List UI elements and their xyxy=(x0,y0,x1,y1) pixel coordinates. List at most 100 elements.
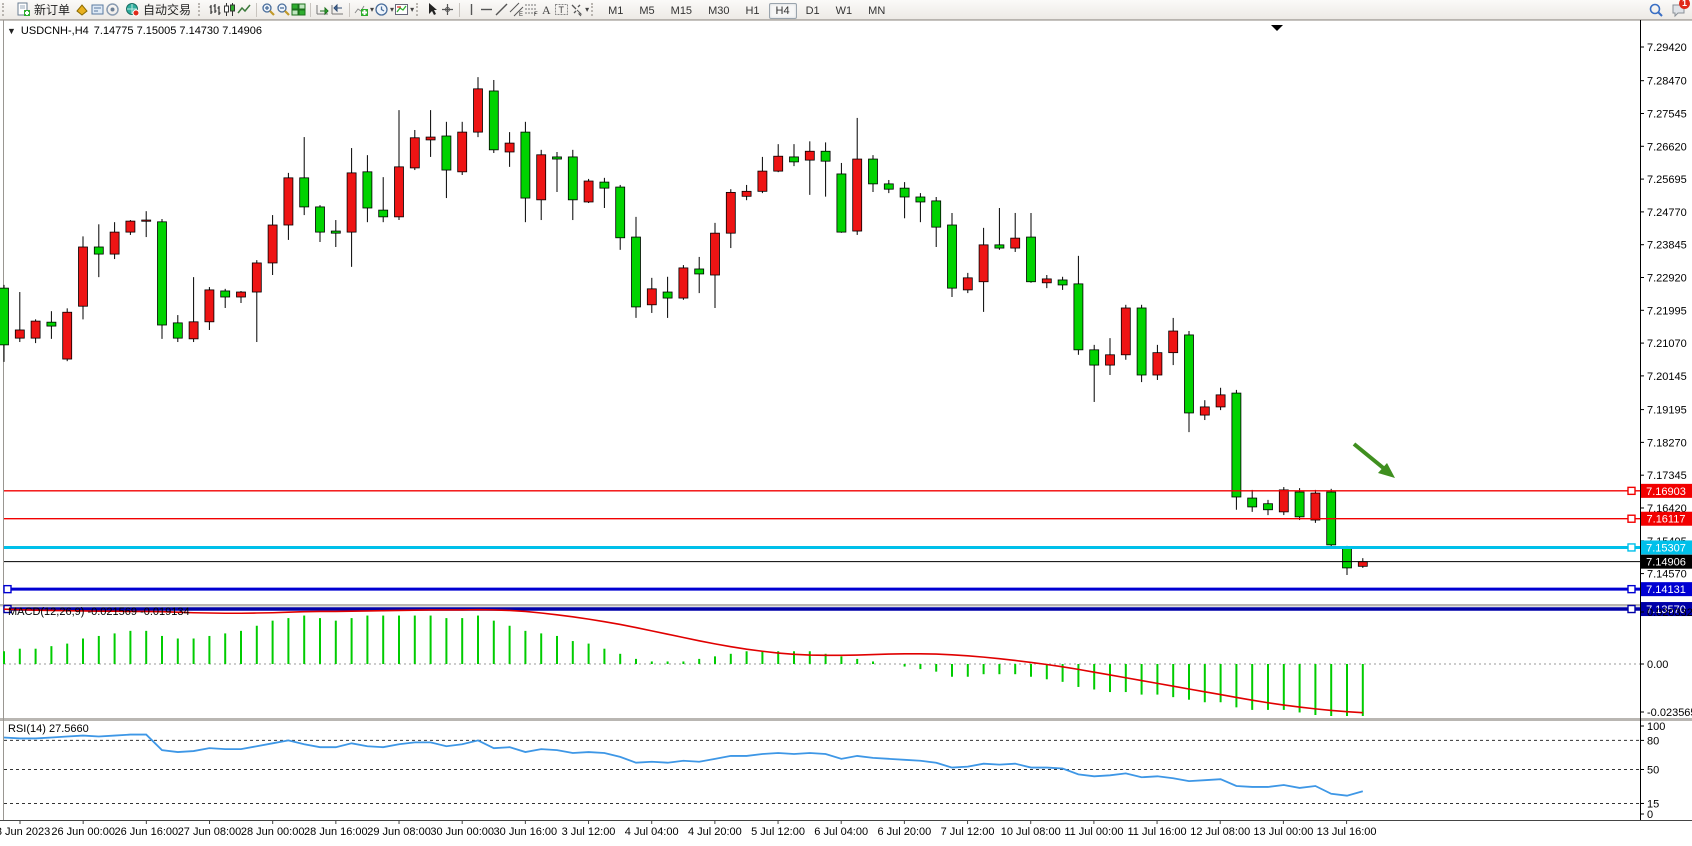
timeframe-button-m1[interactable]: M1 xyxy=(601,3,630,19)
svg-text:A: A xyxy=(542,3,551,17)
timeframe-button-d1[interactable]: D1 xyxy=(799,3,827,19)
timeframe-button-h4[interactable]: H4 xyxy=(769,3,797,19)
bar-chart-type-icon[interactable] xyxy=(207,2,222,17)
line-chart-type-icon[interactable] xyxy=(237,2,252,17)
svg-text:F: F xyxy=(534,12,538,17)
toolbar-grip[interactable] xyxy=(2,3,9,16)
svg-text:E: E xyxy=(519,12,523,17)
svg-text:30 Jun 00:00: 30 Jun 00:00 xyxy=(430,826,494,838)
timeframe-button-mn[interactable]: MN xyxy=(861,3,892,19)
svg-text:7.17345: 7.17345 xyxy=(1647,470,1687,482)
time-axis[interactable]: 23 Jun 202326 Jun 00:0026 Jun 16:0027 Ju… xyxy=(0,820,1377,838)
svg-text:6 Jul 20:00: 6 Jul 20:00 xyxy=(877,826,931,838)
svg-text:0: 0 xyxy=(1647,809,1653,821)
svg-text:28 Jun 16:00: 28 Jun 16:00 xyxy=(304,826,368,838)
timeframe-button-h1[interactable]: H1 xyxy=(738,3,766,19)
svg-text:7.18270: 7.18270 xyxy=(1647,437,1687,449)
price-axis[interactable]: 7.294207.284707.275457.266207.256957.247… xyxy=(1640,42,1687,581)
text-tool-icon[interactable]: A xyxy=(539,2,554,17)
crosshair-icon[interactable] xyxy=(440,2,455,17)
svg-text:T: T xyxy=(559,5,565,15)
search-icon[interactable] xyxy=(1648,2,1663,17)
svg-text:26 Jun 00:00: 26 Jun 00:00 xyxy=(51,826,115,838)
svg-text:7.21995: 7.21995 xyxy=(1647,305,1687,317)
svg-text:7.23845: 7.23845 xyxy=(1647,240,1687,252)
templates-dropdown-caret[interactable]: ▾ xyxy=(410,5,414,14)
horizontal-price-lines[interactable] xyxy=(4,487,1640,612)
svg-text:11 Jul 00:00: 11 Jul 00:00 xyxy=(1064,826,1123,838)
toolbar-grip[interactable] xyxy=(416,3,423,16)
new-order-label: 新订单 xyxy=(34,1,70,18)
trendline-tool-icon[interactable] xyxy=(494,2,509,17)
svg-text:50: 50 xyxy=(1647,765,1659,777)
auto-trading-button[interactable]: 自动交易 xyxy=(120,0,196,19)
indicators-icon[interactable] xyxy=(354,2,369,17)
trading-platform-window: 新订单 自动交易 xyxy=(0,0,1692,846)
timeframe-button-m5[interactable]: M5 xyxy=(632,3,661,19)
svg-text:7.20145: 7.20145 xyxy=(1647,371,1687,383)
text-label-tool-icon[interactable]: T xyxy=(554,2,569,17)
toolbar-separator xyxy=(256,3,257,17)
arrows-tool-icon[interactable] xyxy=(569,2,584,17)
rsi-pane[interactable]: 1008050150 xyxy=(4,721,1665,821)
svg-text:11 Jul 16:00: 11 Jul 16:00 xyxy=(1127,826,1186,838)
svg-text:28 Jun 00:00: 28 Jun 00:00 xyxy=(241,826,305,838)
zoom-out-icon[interactable] xyxy=(276,2,291,17)
svg-text:4 Jul 04:00: 4 Jul 04:00 xyxy=(625,826,679,838)
svg-text:100: 100 xyxy=(1647,721,1665,733)
toolbar-grip[interactable] xyxy=(591,3,598,16)
notification-badge: 1 xyxy=(1679,0,1690,9)
macd-pane[interactable]: 0.0203320.00-0.023565 xyxy=(4,607,1692,719)
svg-text:7.21070: 7.21070 xyxy=(1647,338,1687,350)
toolbar-separator xyxy=(310,3,311,17)
svg-text:7.22920: 7.22920 xyxy=(1647,272,1687,284)
periods-icon[interactable] xyxy=(374,2,389,17)
chat-notifications-icon[interactable]: 1 xyxy=(1671,2,1686,17)
svg-text:6 Jul 04:00: 6 Jul 04:00 xyxy=(814,826,868,838)
svg-text:13 Jul 00:00: 13 Jul 00:00 xyxy=(1253,826,1313,838)
auto-trading-label: 自动交易 xyxy=(143,1,191,18)
timeframe-button-m15[interactable]: M15 xyxy=(664,3,699,19)
svg-text:10 Jul 08:00: 10 Jul 08:00 xyxy=(1001,826,1061,838)
zoom-in-icon[interactable] xyxy=(261,2,276,17)
svg-text:4 Jul 20:00: 4 Jul 20:00 xyxy=(688,826,742,838)
svg-text:7.29420: 7.29420 xyxy=(1647,42,1687,54)
timeframe-button-w1[interactable]: W1 xyxy=(829,3,860,19)
navigator-icon[interactable] xyxy=(105,2,120,17)
horizontal-line-tool-icon[interactable] xyxy=(479,2,494,17)
timeframe-button-m30[interactable]: M30 xyxy=(701,3,736,19)
toolbar-separator xyxy=(349,3,350,17)
macd-indicator-label: MACD(12,26,9) -0.021569 -0.019134 xyxy=(8,606,190,618)
fibonacci-tool-icon[interactable]: F xyxy=(524,2,539,17)
annotation-arrow[interactable] xyxy=(1354,444,1395,478)
svg-text:7.28470: 7.28470 xyxy=(1647,76,1687,88)
equidistant-channel-tool-icon[interactable]: E xyxy=(509,2,524,17)
auto-scroll-icon[interactable] xyxy=(315,2,330,17)
svg-text:7.19195: 7.19195 xyxy=(1647,405,1687,417)
svg-text:12 Jul 08:00: 12 Jul 08:00 xyxy=(1190,826,1250,838)
profile-icon[interactable] xyxy=(75,2,90,17)
svg-text:-0.023565: -0.023565 xyxy=(1647,707,1692,719)
svg-text:7 Jul 12:00: 7 Jul 12:00 xyxy=(941,826,995,838)
svg-text:7.16903: 7.16903 xyxy=(1646,486,1686,498)
new-order-button[interactable]: 新订单 xyxy=(11,0,75,19)
chart-frame[interactable] xyxy=(0,20,1692,821)
auto-trading-icon xyxy=(125,2,140,17)
svg-text:7.14570: 7.14570 xyxy=(1647,569,1687,581)
market-watch-icon[interactable] xyxy=(90,2,105,17)
candles[interactable] xyxy=(0,77,1367,575)
cursor-icon[interactable] xyxy=(425,2,440,17)
toolbar-grip[interactable] xyxy=(198,3,205,16)
symbol-dropdown-icon[interactable]: ▼ xyxy=(7,26,16,36)
svg-text:7.27545: 7.27545 xyxy=(1647,108,1687,120)
arrows-dropdown-caret[interactable]: ▾ xyxy=(585,5,589,14)
templates-icon[interactable] xyxy=(394,2,409,17)
candlestick-type-icon[interactable] xyxy=(222,2,237,17)
tile-windows-icon[interactable] xyxy=(291,2,306,17)
timeframe-toolbar: M1M5M15M30H1H4D1W1MN xyxy=(600,3,893,17)
chart-canvas[interactable]: 7.294207.284707.275457.266207.256957.247… xyxy=(0,0,1692,846)
vertical-line-tool-icon[interactable] xyxy=(464,2,479,17)
svg-text:23 Jun 2023: 23 Jun 2023 xyxy=(0,826,50,838)
chart-shift-icon[interactable] xyxy=(330,2,345,17)
toolbar-separator xyxy=(459,3,460,17)
